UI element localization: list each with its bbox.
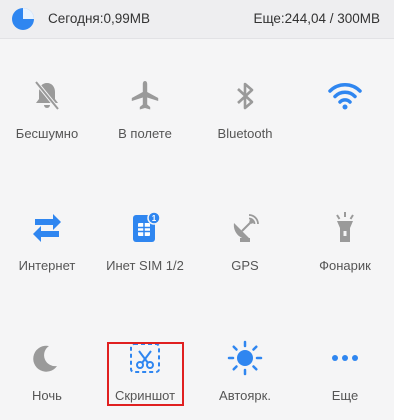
moon-icon [33,345,57,372]
toggle-label: В полете [118,126,172,141]
toggle-night[interactable]: Ночь [0,340,96,403]
toggle-label: Фонарик [319,258,371,273]
toggle-label: Инет SIM 1/2 [106,258,184,273]
more-dots-icon [332,355,358,361]
sim-card-icon: 1 [133,211,161,242]
toggle-wifi[interactable] [296,78,394,126]
toggle-internet[interactable]: Интернет [0,210,96,273]
toggle-more[interactable]: Еще [296,340,394,403]
bluetooth-icon [237,82,254,110]
toggle-label: Ночь [32,388,62,403]
wifi-icon [328,83,362,110]
toggle-label: Bluetooth [217,126,273,141]
remaining-usage-label: Еще:244,04 / 300MB [253,11,380,26]
toggle-sim[interactable]: 1 Инет SIM 1/2 [96,210,194,273]
toggle-flashlight[interactable]: Фонарик [296,210,394,273]
toggle-label: Еще [331,388,359,403]
screenshot-highlight-box [107,342,184,406]
today-usage-label: Сегодня:0,99MB [48,11,151,26]
svg-text:1: 1 [152,214,157,223]
satellite-dish-icon [233,214,259,242]
status-header: Сегодня:0,99MB Еще:244,04 / 300MB [0,0,394,39]
toggle-bluetooth[interactable]: Bluetooth [196,78,294,141]
data-usage-pie-icon [12,8,34,30]
toggle-silent[interactable]: Бесшумно [0,78,96,141]
toggle-label: Автоярк. [219,388,271,403]
flashlight-icon [336,212,354,242]
data-transfer-icon [33,214,61,242]
toggle-label: GPS [231,258,259,273]
sun-icon [227,340,263,376]
bell-off-icon [34,80,60,111]
toggle-label: Интернет [18,258,76,273]
toggle-gps[interactable]: GPS [196,210,294,273]
airplane-icon [131,81,159,110]
toggle-auto-brightness[interactable]: Автоярк. [196,340,294,403]
toggle-airplane[interactable]: В полете [96,78,194,141]
toggle-label: Бесшумно [15,126,79,141]
